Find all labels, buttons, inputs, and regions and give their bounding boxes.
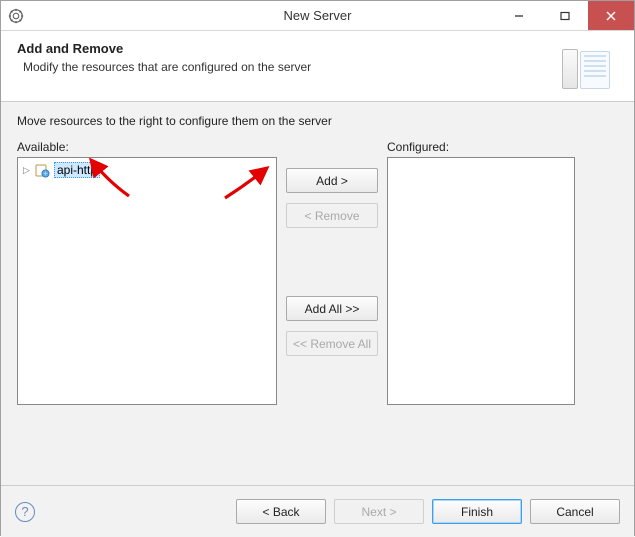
add-button[interactable]: Add > bbox=[286, 168, 378, 193]
finish-button[interactable]: Finish bbox=[432, 499, 522, 524]
remove-all-button: << Remove All bbox=[286, 331, 378, 356]
window-title: New Server bbox=[284, 8, 352, 23]
instruction-text: Move resources to the right to configure… bbox=[17, 114, 618, 128]
add-all-button[interactable]: Add All >> bbox=[286, 296, 378, 321]
transfer-buttons: Add > < Remove Add All >> << Remove All bbox=[277, 140, 387, 356]
banner-description: Modify the resources that are configured… bbox=[23, 60, 562, 74]
wizard-footer: ? < Back Next > Finish Cancel bbox=[1, 485, 634, 537]
available-item[interactable]: ▷ api-http bbox=[21, 161, 273, 179]
app-icon bbox=[8, 8, 24, 24]
help-icon[interactable]: ? bbox=[15, 502, 35, 522]
minimize-button[interactable] bbox=[496, 1, 542, 30]
maximize-button[interactable] bbox=[542, 1, 588, 30]
content-area: Move resources to the right to configure… bbox=[1, 102, 634, 485]
available-label: Available: bbox=[17, 140, 277, 154]
close-button[interactable] bbox=[588, 1, 634, 30]
remove-button: < Remove bbox=[286, 203, 378, 228]
window-controls bbox=[496, 1, 634, 30]
configured-label: Configured: bbox=[387, 140, 575, 154]
configured-listbox[interactable] bbox=[387, 157, 575, 405]
title-bar: New Server bbox=[1, 1, 634, 31]
wizard-banner: Add and Remove Modify the resources that… bbox=[1, 31, 634, 102]
configured-column: Configured: bbox=[387, 140, 575, 405]
next-button: Next > bbox=[334, 499, 424, 524]
module-icon bbox=[35, 163, 50, 178]
back-button[interactable]: < Back bbox=[236, 499, 326, 524]
server-graphic-icon bbox=[562, 41, 618, 89]
expand-icon[interactable]: ▷ bbox=[23, 165, 31, 176]
available-column: Available: ▷ api-http bbox=[17, 140, 277, 405]
cancel-button[interactable]: Cancel bbox=[530, 499, 620, 524]
banner-title: Add and Remove bbox=[17, 41, 562, 56]
available-item-label: api-http bbox=[54, 162, 100, 178]
available-listbox[interactable]: ▷ api-http bbox=[17, 157, 277, 405]
